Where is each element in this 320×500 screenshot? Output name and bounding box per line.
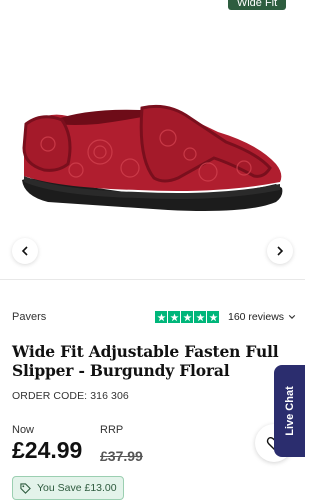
star-icon: [155, 311, 167, 323]
reviews-count[interactable]: 160 reviews: [228, 311, 284, 323]
star-icon: [181, 311, 193, 323]
divider: [0, 279, 305, 280]
live-chat-label: Live Chat: [283, 386, 296, 436]
rrp-price: £37.99: [100, 448, 143, 464]
wide-fit-badge: Wide Fit: [228, 0, 286, 10]
tag-icon: [20, 482, 31, 494]
star-icon: [168, 311, 180, 323]
star-icon: [194, 311, 206, 323]
chevron-left-icon: [21, 246, 28, 256]
savings-text: You Save £13.00: [37, 482, 117, 494]
now-label: Now: [12, 424, 35, 436]
live-chat-button[interactable]: Live Chat: [274, 365, 305, 457]
product-gallery: Wide Fit: [0, 0, 305, 280]
rrp-label: RRP: [100, 424, 124, 436]
chevron-down-icon: [288, 315, 296, 319]
order-code: ORDER CODE: 316 306: [12, 390, 129, 402]
rating-stars: [155, 311, 219, 323]
rating-summary[interactable]: 160 reviews: [155, 311, 296, 323]
gallery-next-button[interactable]: [267, 238, 293, 264]
savings-badge: You Save £13.00: [12, 476, 124, 500]
gallery-prev-button[interactable]: [12, 238, 38, 264]
current-price: £24.99: [12, 437, 83, 463]
chevron-right-icon: [277, 246, 284, 256]
product-title: Wide Fit Adjustable Fasten Full Slipper …: [12, 342, 279, 380]
star-icon: [207, 311, 219, 323]
product-image[interactable]: [18, 98, 286, 224]
brand-name[interactable]: Pavers: [12, 311, 46, 323]
